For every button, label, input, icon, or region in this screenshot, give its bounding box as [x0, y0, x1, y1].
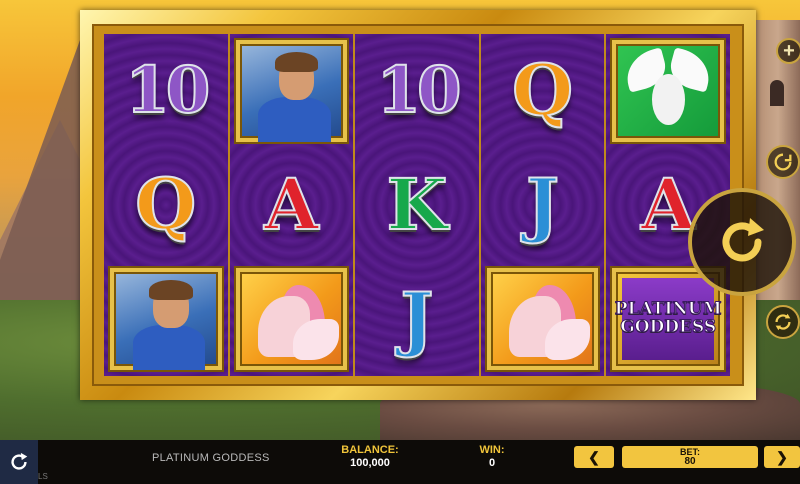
- refresh-icon: [11, 452, 28, 470]
- dove-portrait: [612, 40, 724, 142]
- logo-text-line2: GODDESS: [620, 317, 717, 337]
- symbol-pegasus: [230, 262, 354, 376]
- reset-button[interactable]: [0, 440, 38, 484]
- balance-value: 100,000: [350, 457, 390, 469]
- symbol-queen: Q: [134, 163, 197, 246]
- bet-decrease-button[interactable]: ❮: [574, 446, 614, 468]
- autoplay-button[interactable]: [766, 145, 800, 179]
- game-title: PLATINUM GODDESS: [152, 452, 270, 464]
- spin-arrow-icon: [722, 218, 764, 262]
- symbol-ten: 10: [375, 53, 462, 128]
- autoplay-icon: [774, 153, 792, 171]
- symbol-jack: J: [399, 277, 434, 360]
- reel-3: 10 K J: [355, 34, 479, 376]
- win-value: 0: [488, 457, 496, 469]
- symbol-ace: A: [263, 163, 319, 246]
- turbo-icon: [775, 313, 791, 331]
- reel-4: Q J: [480, 34, 605, 376]
- symbol-dove: [606, 34, 730, 148]
- pegasus-portrait: [486, 268, 599, 370]
- symbol-hero: [230, 34, 354, 148]
- menu-plus-button[interactable]: +: [776, 38, 800, 64]
- chevron-right-icon: ❯: [776, 448, 788, 465]
- turbo-button[interactable]: [766, 305, 800, 339]
- symbol-jack: J: [525, 163, 560, 246]
- symbol-pegasus: [481, 262, 605, 376]
- pegasus-portrait: [235, 268, 348, 370]
- chevron-left-icon: ❮: [588, 448, 600, 465]
- reel-1: 10 Q: [104, 34, 228, 376]
- balance-label: BALANCE:: [341, 444, 399, 456]
- reel-grid: 10 Q A 10 K J Q J A PLATINUM GODDESS: [104, 34, 730, 376]
- bet-display: BET: 80: [622, 446, 758, 468]
- symbol-queen: Q: [511, 49, 574, 132]
- symbol-hero: [104, 262, 228, 376]
- castle-window: [770, 80, 784, 106]
- plus-icon: +: [783, 39, 795, 62]
- symbol-ten: 10: [124, 53, 211, 128]
- corner-text: LS: [38, 472, 48, 481]
- reel-2: A: [229, 34, 354, 376]
- symbol-king: K: [386, 163, 449, 246]
- spin-button[interactable]: [688, 188, 796, 296]
- hero-portrait: [110, 268, 222, 370]
- win-label: WIN:: [479, 444, 505, 456]
- bet-value: 80: [684, 456, 696, 467]
- hero-portrait: [235, 40, 348, 142]
- bet-increase-button[interactable]: ❯: [764, 446, 800, 468]
